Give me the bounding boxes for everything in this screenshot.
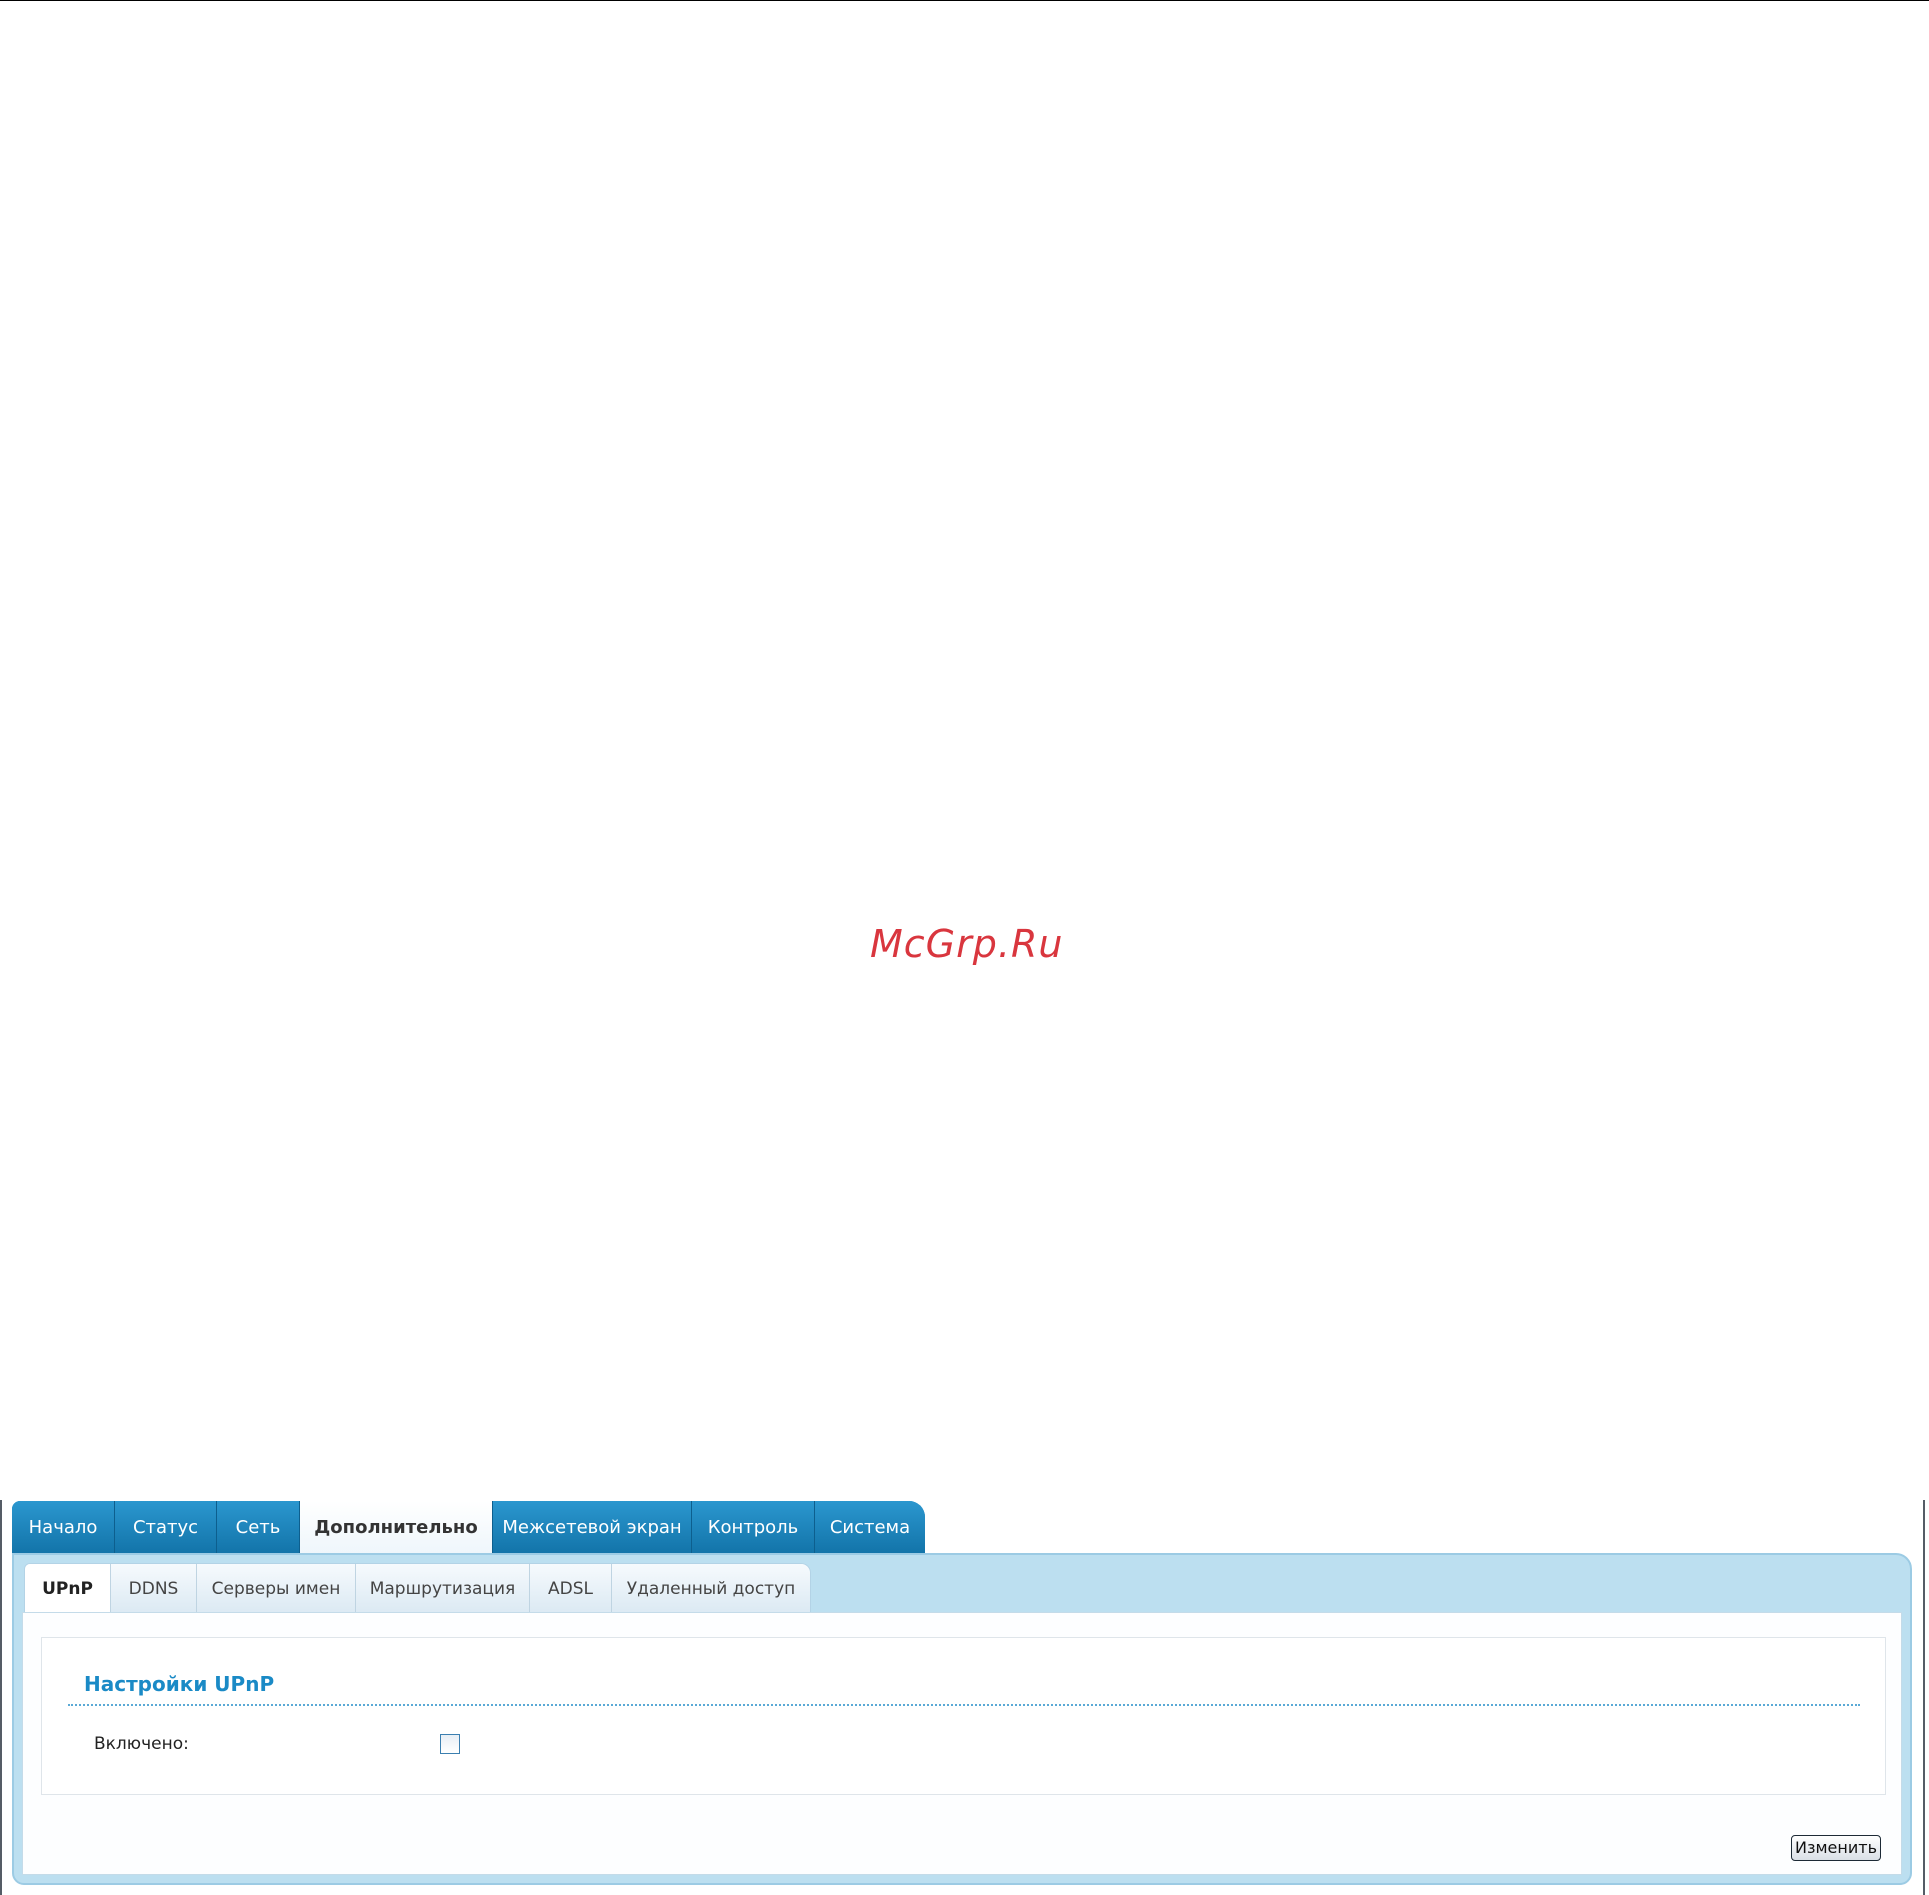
section-divider: [68, 1704, 1860, 1706]
tab-control[interactable]: Контроль: [692, 1501, 815, 1555]
subtab-routing[interactable]: Маршрутизация: [356, 1564, 530, 1614]
tab-advanced[interactable]: Дополнительно: [300, 1501, 493, 1555]
subtab-upnp[interactable]: UPnP: [25, 1564, 111, 1614]
main-tab-bar: Начало Статус Сеть Дополнительно Межсете…: [12, 1501, 925, 1555]
tab-home[interactable]: Начало: [12, 1501, 115, 1555]
tab-status[interactable]: Статус: [115, 1501, 217, 1555]
frame-border-left: [0, 1500, 2, 1895]
change-button[interactable]: Изменить: [1791, 1835, 1881, 1861]
page: McGrp.Ru Начало Статус Сеть Дополнительн…: [0, 0, 1929, 1895]
section-title: Настройки UPnP: [84, 1672, 275, 1696]
tab-network[interactable]: Сеть: [217, 1501, 300, 1555]
subtab-name-servers[interactable]: Серверы имен: [197, 1564, 356, 1614]
enabled-checkbox[interactable]: [440, 1734, 460, 1754]
sub-tab-bar: UPnP DDNS Серверы имен Маршрутизация ADS…: [24, 1563, 811, 1614]
subtab-adsl[interactable]: ADSL: [530, 1564, 612, 1614]
upnp-settings-box: Настройки UPnP Включено:: [41, 1637, 1886, 1795]
content-panel: UPnP DDNS Серверы имен Маршрутизация ADS…: [12, 1553, 1912, 1885]
frame-border-right: [1923, 1500, 1925, 1895]
watermark: McGrp.Ru: [870, 922, 1064, 966]
tab-system[interactable]: Система: [815, 1501, 925, 1555]
subtab-ddns[interactable]: DDNS: [111, 1564, 197, 1614]
enabled-label: Включено:: [94, 1734, 189, 1754]
panel-body: Настройки UPnP Включено: Изменить: [22, 1612, 1902, 1875]
top-divider: [0, 0, 1929, 1]
subtab-remote-access[interactable]: Удаленный доступ: [612, 1564, 810, 1614]
tab-firewall[interactable]: Межсетевой экран: [493, 1501, 692, 1555]
